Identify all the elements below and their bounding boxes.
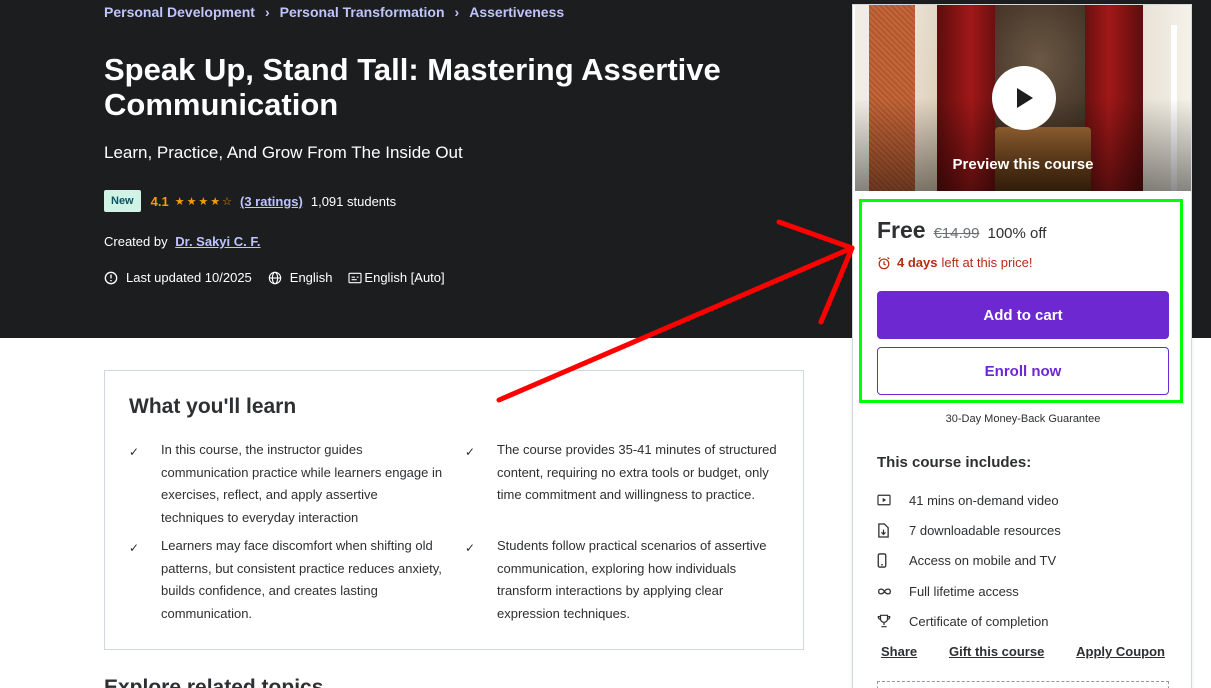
- learn-item: ✓ Learners may face discomfort when shif…: [129, 535, 443, 625]
- last-updated: Last updated 10/2025: [126, 270, 252, 285]
- learn-heading: What you'll learn: [129, 395, 297, 418]
- chevron-right-icon: ›: [454, 4, 460, 20]
- includes-item-label: Full lifetime access: [909, 583, 1019, 599]
- breadcrumb-personal-transformation[interactable]: Personal Transformation: [280, 4, 445, 20]
- course-language: English: [289, 270, 333, 285]
- learn-item-text: Students follow practical scenarios of a…: [497, 538, 767, 621]
- gift-course-link[interactable]: Gift this course: [949, 644, 1044, 659]
- includes-item: 7 downloadable resources: [877, 515, 1061, 545]
- chevron-right-icon: ›: [264, 4, 270, 20]
- includes-item-label: Access on mobile and TV: [909, 553, 1057, 569]
- check-icon: ✓: [465, 541, 476, 555]
- money-back-guarantee: 30-Day Money-Back Guarantee: [945, 413, 1101, 425]
- alert-clock-icon: [104, 271, 118, 284]
- students-count: 1,091 students: [310, 193, 397, 209]
- includes-item: Access on mobile and TV: [877, 546, 1061, 576]
- globe-icon: [268, 271, 282, 284]
- rating-row: New 4.1 ★★★★☆ (3 ratings) 1,091 students: [104, 190, 396, 212]
- learn-item-text: The course provides 35-41 minutes of str…: [497, 442, 777, 502]
- mobile-icon: [877, 553, 909, 568]
- includes-item: Certificate of completion: [877, 606, 1061, 636]
- instructor-link[interactable]: Dr. Sakyi C. F.: [175, 234, 260, 249]
- trophy-icon: [877, 614, 909, 628]
- learn-item-text: In this course, the instructor guides co…: [161, 442, 443, 525]
- apply-coupon-link[interactable]: Apply Coupon: [1076, 644, 1165, 659]
- learn-list: ✓ In this course, the instructor guides …: [129, 439, 779, 625]
- includes-item-label: Certificate of completion: [909, 613, 1049, 629]
- includes-item: 41 mins on-demand video: [877, 485, 1061, 515]
- play-icon[interactable]: [992, 66, 1056, 130]
- includes-item: Full lifetime access: [877, 576, 1061, 606]
- ratings-count-link[interactable]: (3 ratings): [240, 194, 303, 209]
- course-title: Speak Up, Stand Tall: Mastering Assertiv…: [104, 52, 721, 122]
- course-page: Personal Development › Personal Transfor…: [0, 0, 1211, 688]
- breadcrumb-assertiveness[interactable]: Assertiveness: [469, 4, 564, 20]
- infinity-icon: [877, 587, 909, 596]
- card-links: Share Gift this course Apply Coupon: [881, 644, 1165, 659]
- course-subtitle: Learn, Practice, And Grow From The Insid…: [104, 143, 463, 162]
- includes-item-label: 7 downloadable resources: [909, 522, 1061, 538]
- preview-course-label: Preview this course: [952, 156, 1094, 173]
- course-preview-thumbnail[interactable]: Preview this course: [855, 5, 1191, 191]
- breadcrumb: Personal Development › Personal Transfor…: [104, 4, 564, 20]
- star-rating-icon: ★★★★☆: [174, 195, 235, 208]
- created-by: Created by Dr. Sakyi C. F.: [104, 234, 260, 249]
- coupon-box: [877, 681, 1169, 688]
- check-icon: ✓: [129, 541, 140, 555]
- course-meta: Last updated 10/2025 English English [Au…: [104, 270, 461, 285]
- new-badge: New: [104, 190, 141, 212]
- what-you-will-learn-section: What you'll learn ✓ In this course, the …: [104, 370, 804, 650]
- includes-title: This course includes:: [877, 454, 1032, 471]
- learn-item: ✓ In this course, the instructor guides …: [129, 439, 443, 529]
- breadcrumb-personal-development[interactable]: Personal Development: [104, 4, 255, 20]
- learn-item: ✓ The course provides 35-41 minutes of s…: [465, 439, 779, 529]
- captions-icon: [348, 272, 362, 283]
- highlight-box: [859, 199, 1183, 403]
- learn-item: ✓ Students follow practical scenarios of…: [465, 535, 779, 625]
- rating-value: 4.1: [150, 193, 169, 209]
- learn-item-text: Learners may face discomfort when shifti…: [161, 538, 442, 621]
- check-icon: ✓: [465, 445, 476, 459]
- file-download-icon: [877, 523, 909, 538]
- video-icon: [877, 494, 909, 506]
- related-topics-heading: Explore related topics: [104, 676, 324, 688]
- includes-item-label: 41 mins on-demand video: [909, 492, 1059, 508]
- created-by-label: Created by: [104, 234, 168, 249]
- course-captions: English [Auto]: [364, 270, 445, 285]
- includes-list: 41 mins on-demand video 7 downloadable r…: [877, 485, 1061, 636]
- check-icon: ✓: [129, 445, 140, 459]
- share-link[interactable]: Share: [881, 644, 917, 659]
